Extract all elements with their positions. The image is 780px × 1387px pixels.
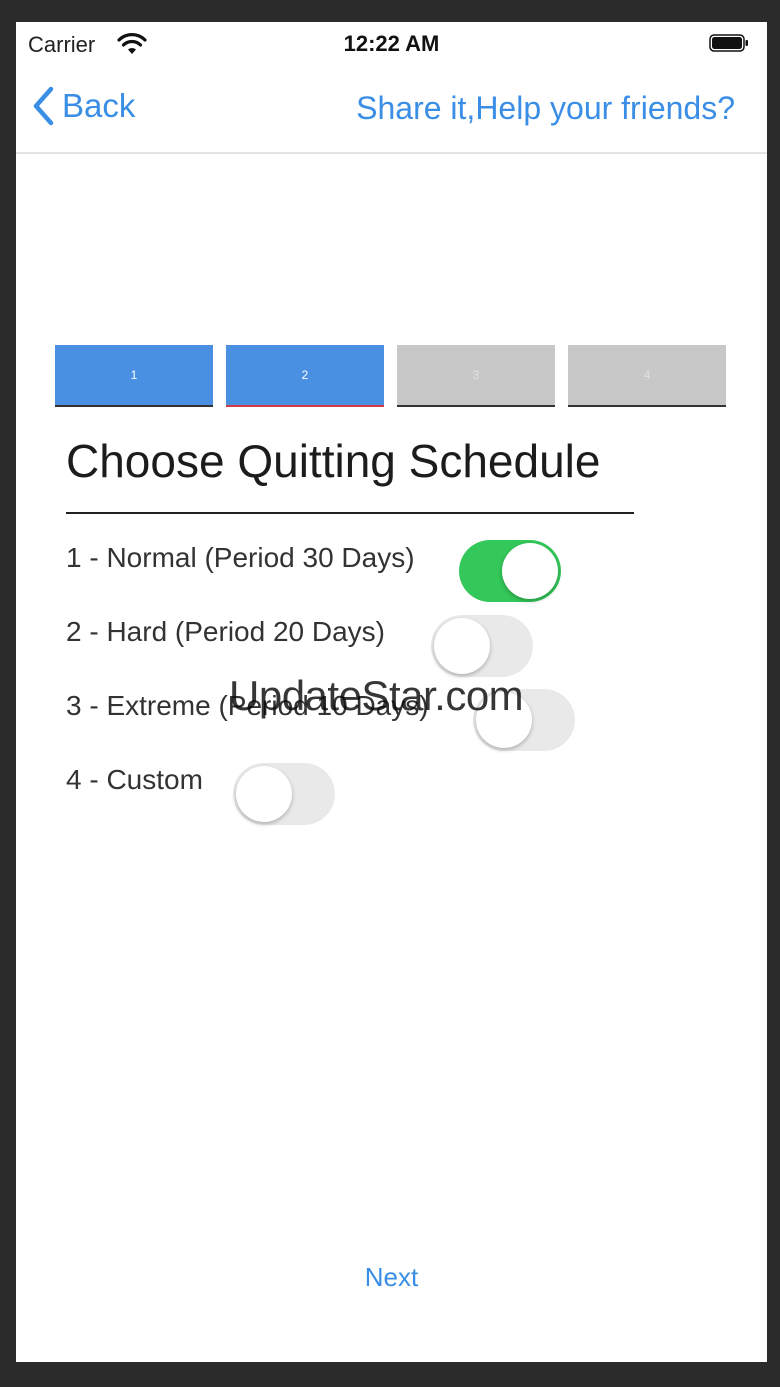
step-tab-1[interactable]: 1 (55, 345, 213, 407)
clock-time: 12:22 AM (343, 31, 440, 56)
watermark: UpdateStar.com (229, 672, 524, 719)
option-label-hard: 2 - Hard (Period 20 Days) (66, 616, 386, 647)
option-label-normal: 1 - Normal (Period 30 Days) (66, 542, 415, 573)
chevron-left-icon (33, 86, 54, 126)
step-tab-3[interactable]: 3 (397, 345, 555, 407)
step-indicator: 1 2 3 4 (55, 345, 727, 407)
device-frame: Carrier 12:22 AM Back Share it,Help your… (0, 0, 780, 1387)
toggle-custom[interactable] (233, 763, 335, 825)
share-link[interactable]: Share it,Help your friends? (356, 90, 735, 127)
step-tab-4[interactable]: 4 (568, 345, 726, 407)
step-tab-2[interactable]: 2 (226, 345, 384, 407)
step-tab-label: 1 (130, 368, 138, 382)
toggle-normal[interactable] (459, 540, 561, 602)
option-label-custom: 4 - Custom (66, 764, 203, 795)
toggle-knob (236, 766, 292, 822)
step-tab-label: 4 (643, 368, 651, 382)
toggle-hard[interactable] (431, 615, 533, 677)
toggle-knob (434, 618, 490, 674)
navigation-bar: Back Share it,Help your friends? (16, 68, 767, 154)
back-button[interactable]: Back (32, 84, 135, 128)
status-bar: Carrier 12:22 AM (16, 22, 767, 68)
battery-icon (709, 34, 748, 52)
toggle-knob (502, 543, 558, 599)
page-title: Choose Quitting Schedule (66, 435, 601, 487)
step-tab-label: 3 (472, 368, 480, 382)
title-divider (66, 512, 634, 514)
app-screen: Carrier 12:22 AM Back Share it,Help your… (16, 22, 767, 1362)
next-button[interactable]: Next (16, 1262, 767, 1293)
back-button-label: Back (62, 87, 136, 124)
step-tab-label: 2 (301, 368, 309, 382)
